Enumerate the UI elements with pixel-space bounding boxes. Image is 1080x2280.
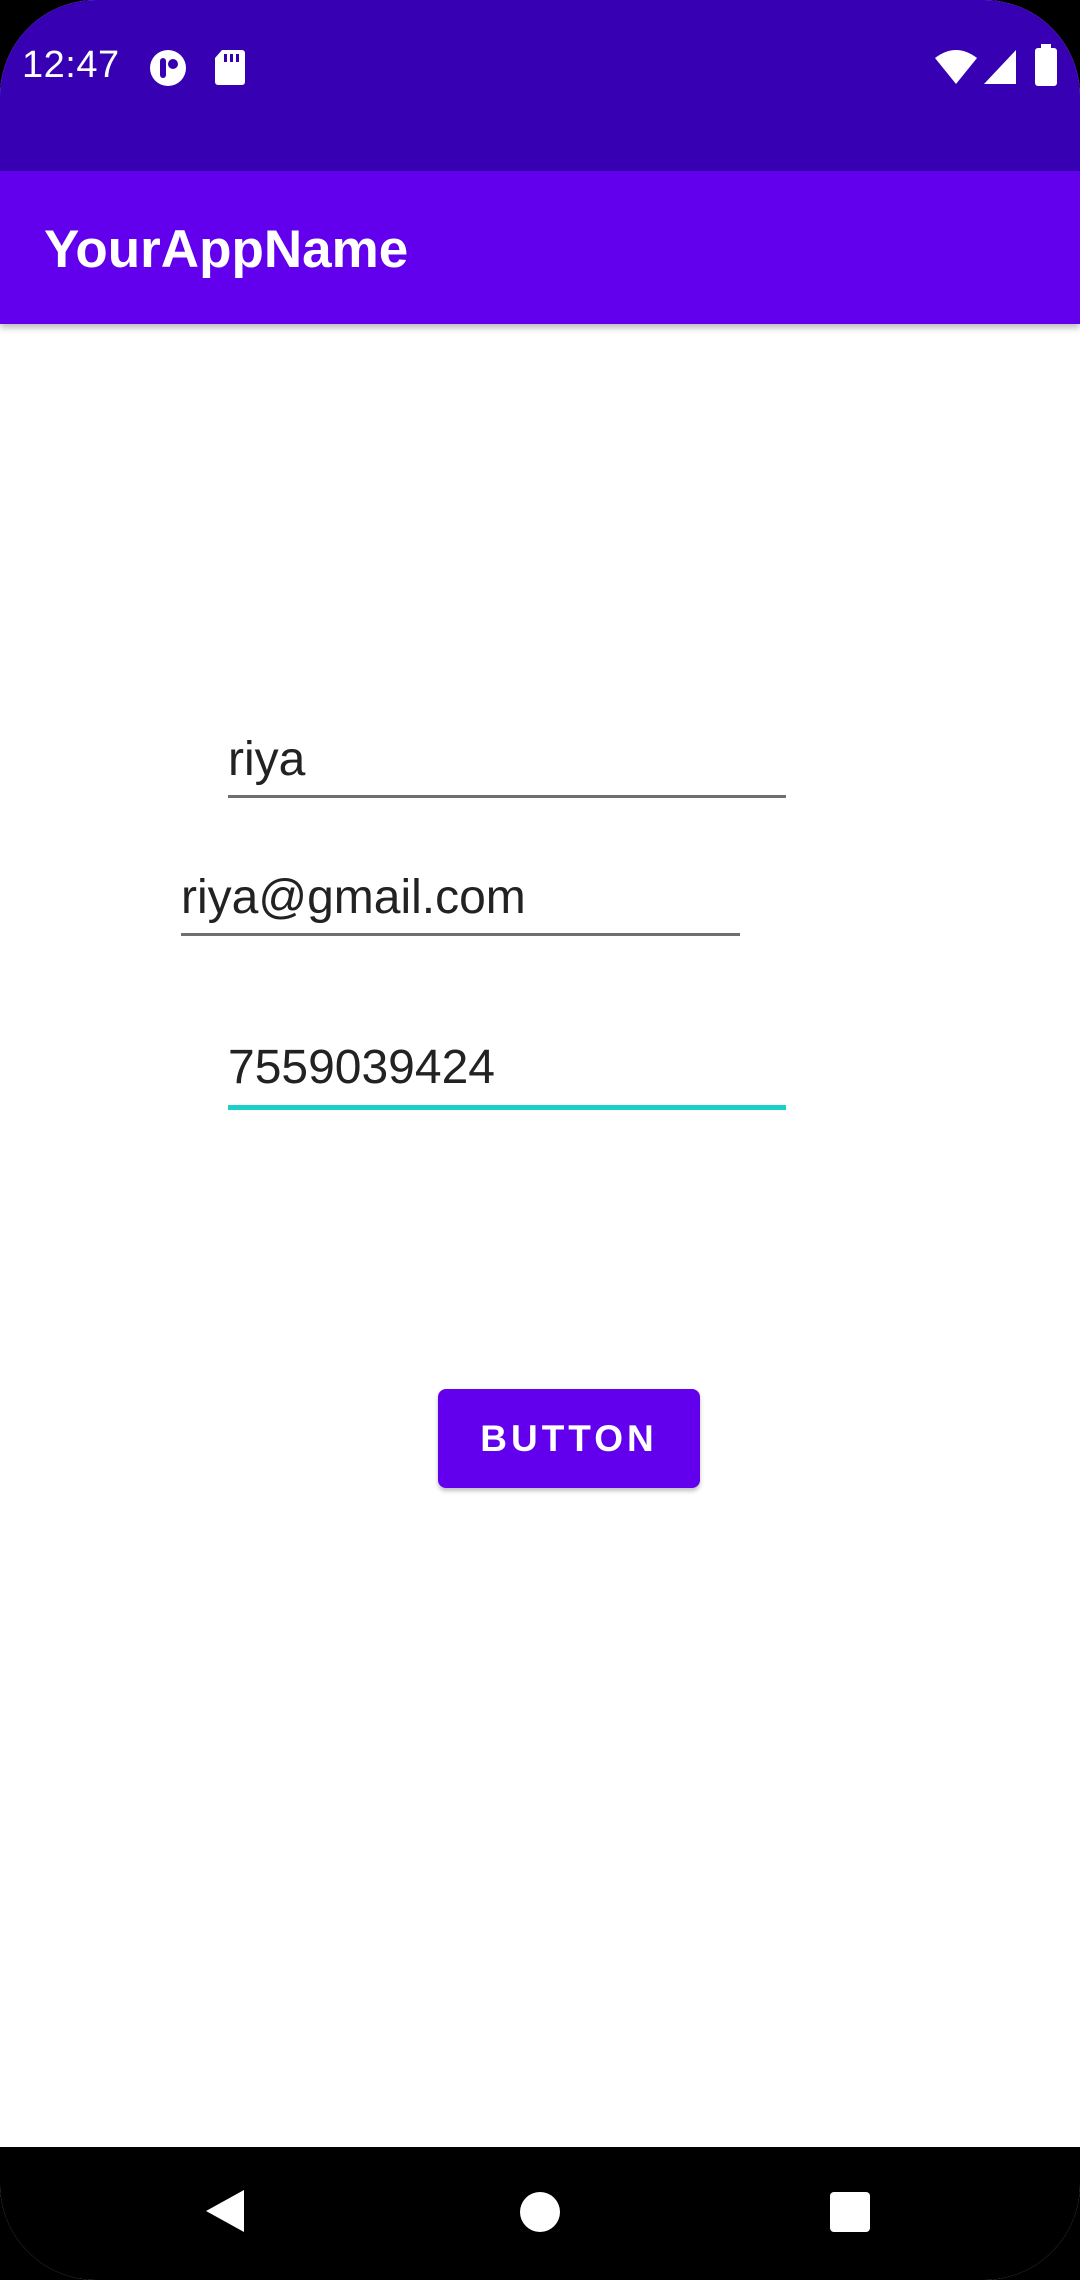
phone-field[interactable]: 7559039424 — [228, 1040, 786, 1110]
phone-field-underline — [228, 1105, 786, 1110]
phone-field-value: 7559039424 — [228, 1041, 495, 1094]
email-field[interactable]: riya@gmail.com — [181, 870, 740, 936]
navigation-bar — [0, 2147, 1080, 2280]
email-field-underline — [181, 933, 740, 936]
name-field-underline — [228, 795, 786, 798]
name-field[interactable]: riya — [228, 732, 786, 798]
app-title: YourAppName — [44, 220, 409, 279]
sd-card-icon — [214, 48, 246, 91]
email-field-value: riya@gmail.com — [181, 871, 526, 924]
signal-icon — [982, 48, 1018, 91]
back-icon[interactable] — [204, 2188, 246, 2239]
wifi-icon — [934, 48, 978, 91]
name-field-value: riya — [228, 733, 306, 786]
battery-icon — [1034, 44, 1058, 91]
status-bar: 12:47 — [0, 0, 1080, 171]
app-bar: YourAppName — [0, 171, 1080, 324]
status-time: 12:47 — [22, 44, 120, 86]
home-icon[interactable] — [519, 2191, 561, 2238]
submit-button[interactable]: BUTTON — [438, 1389, 700, 1488]
recents-icon[interactable] — [829, 2191, 871, 2238]
screen: 12:47 YourAppName riya riya@gmail.com 75… — [0, 0, 1080, 2280]
app-notification-icon — [148, 48, 188, 93]
